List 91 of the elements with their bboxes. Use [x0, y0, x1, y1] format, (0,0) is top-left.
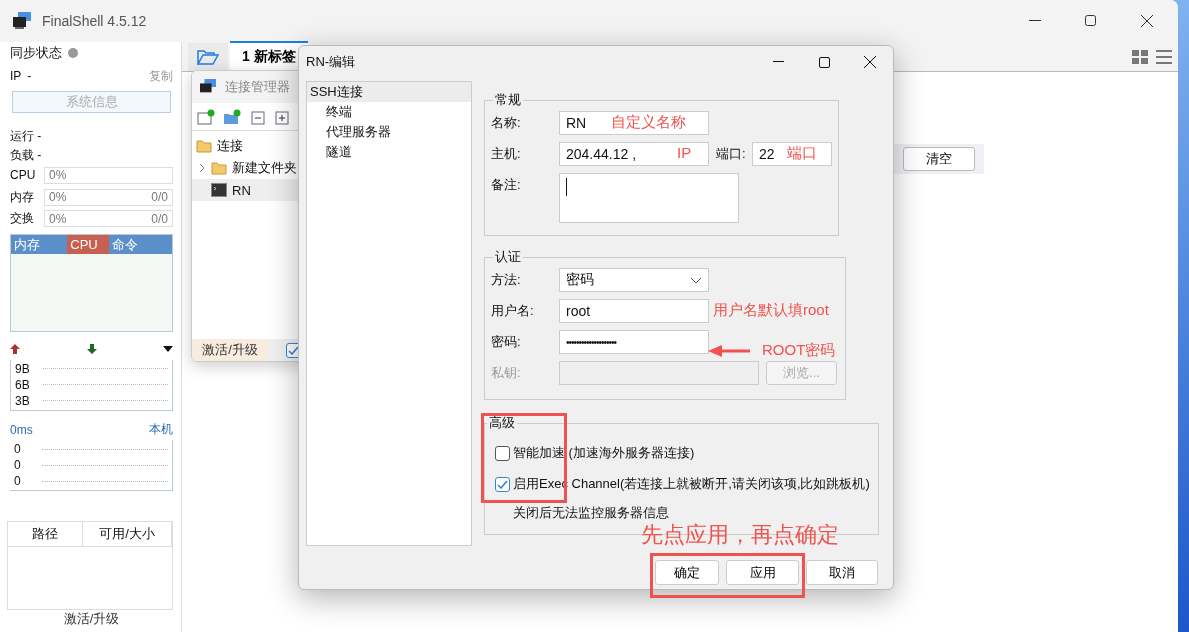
annotation-text: 端口	[787, 144, 817, 163]
group-title: 认证	[494, 248, 522, 266]
field-label: 用户名:	[491, 302, 535, 320]
group-title: 高级	[488, 414, 516, 432]
annotation-text: 自定义名称	[611, 113, 686, 132]
field-label: 名称:	[491, 114, 522, 132]
field-label: 私钥:	[491, 364, 522, 382]
option-note: 关闭后无法监控服务器信息	[512, 504, 670, 522]
nav-item[interactable]: 代理服务器	[307, 122, 471, 142]
collapse-icon	[249, 108, 265, 125]
latency-value: 0ms	[10, 422, 33, 437]
app-logo-icon	[12, 12, 32, 30]
folder-icon	[196, 138, 212, 154]
axis-label: 6B	[15, 377, 31, 392]
sync-status-label: 同步状态	[10, 43, 62, 62]
username-field[interactable]: root	[559, 299, 709, 323]
new-folder-icon	[223, 108, 241, 125]
tab[interactable]: 1 新标签	[230, 41, 308, 71]
checkbox[interactable]	[495, 476, 510, 492]
meter-label: 交换	[10, 210, 35, 228]
activate-link[interactable]: 激活/升级	[10, 610, 173, 628]
dropdown-triangle-icon	[163, 345, 173, 352]
load-label: 负载 -	[10, 146, 42, 164]
tree-label: RN	[232, 182, 251, 198]
tree-label: 连接	[217, 137, 243, 155]
clear-button[interactable]: 清空	[903, 147, 975, 171]
uptime-label: 运行 -	[10, 128, 42, 146]
field-label: 方法:	[491, 271, 522, 289]
annotation-text: ROOT密码	[762, 341, 836, 360]
annotation-text: IP	[677, 144, 692, 161]
close-icon	[1141, 15, 1153, 27]
field-label: 主机:	[491, 145, 522, 163]
nav-item[interactable]: SSH连接	[307, 82, 471, 102]
download-arrow-icon	[86, 343, 97, 354]
column-header[interactable]: CPU	[67, 234, 109, 254]
window-title: 连接管理器	[225, 78, 290, 96]
password-field[interactable]: ••••••••••••••••••••	[559, 330, 709, 354]
axis-label: 0	[14, 442, 22, 457]
note-field[interactable]	[559, 173, 739, 223]
checkbox[interactable]	[495, 445, 510, 461]
annotation-arrow	[708, 343, 750, 358]
dialog-button[interactable]: 应用	[726, 560, 799, 585]
group-title: 常规	[494, 91, 522, 109]
meter-label: 内存	[10, 188, 35, 206]
window-title: FinalShell 4.5.12	[42, 13, 147, 29]
field-label: 密码:	[491, 333, 522, 351]
close-icon	[864, 56, 876, 68]
chevron-down-icon	[690, 276, 702, 284]
dialog-button[interactable]: 确定	[655, 560, 719, 585]
nav-item[interactable]: 隧道	[307, 142, 471, 162]
maximize-icon	[1085, 15, 1097, 27]
method-select[interactable]: 密码	[559, 268, 709, 292]
dialog-button[interactable]: 取消	[806, 560, 878, 585]
tree-label: 新建文件夹	[232, 159, 297, 177]
axis-label: 3B	[15, 393, 31, 408]
ip-label: IP	[10, 69, 22, 84]
status-dot	[68, 47, 78, 58]
field-label: 备注:	[491, 176, 522, 194]
minimize-icon	[772, 61, 784, 63]
meter-label: CPU	[10, 168, 37, 183]
axis-label: 9B	[15, 361, 31, 376]
field-label: 端口:	[716, 145, 747, 163]
folder-icon	[211, 160, 227, 176]
nav-item[interactable]: 终端	[307, 102, 471, 122]
axis-label: 0	[14, 474, 22, 489]
meter-amount: 0/0	[151, 190, 168, 205]
checkbox-label: 智能加速 (加速海外服务器连接)	[513, 444, 695, 462]
meter-percent: 0%	[49, 168, 67, 183]
column-header: 可用/大小	[83, 522, 172, 547]
app-logo-icon	[199, 79, 217, 95]
meter-percent: 0%	[49, 211, 67, 226]
column-header: 路径	[8, 522, 83, 547]
host-label: 本机	[149, 421, 173, 439]
terminal-icon	[211, 183, 227, 197]
meter-amount: 0/0	[151, 211, 168, 226]
expand-icon	[273, 108, 289, 125]
folder-icon	[197, 49, 219, 65]
activate-button[interactable]: 激活/升级	[192, 339, 268, 361]
annotation-text: 先点应用，再点确定	[641, 521, 839, 549]
annotation-text: 用户名默认填root	[713, 301, 829, 320]
upload-arrow-icon	[10, 343, 20, 354]
open-folder-button[interactable]	[188, 43, 228, 71]
menu-icon	[1156, 49, 1172, 64]
dialog-title: RN-编辑	[306, 53, 356, 71]
maximize-icon	[818, 56, 830, 68]
meter-percent: 0%	[49, 190, 67, 205]
minimize-icon	[1029, 20, 1041, 22]
ip-value: -	[27, 69, 32, 84]
axis-label: 0	[14, 458, 22, 473]
new-connection-icon	[197, 108, 215, 125]
grid-view-icon	[1132, 49, 1148, 64]
